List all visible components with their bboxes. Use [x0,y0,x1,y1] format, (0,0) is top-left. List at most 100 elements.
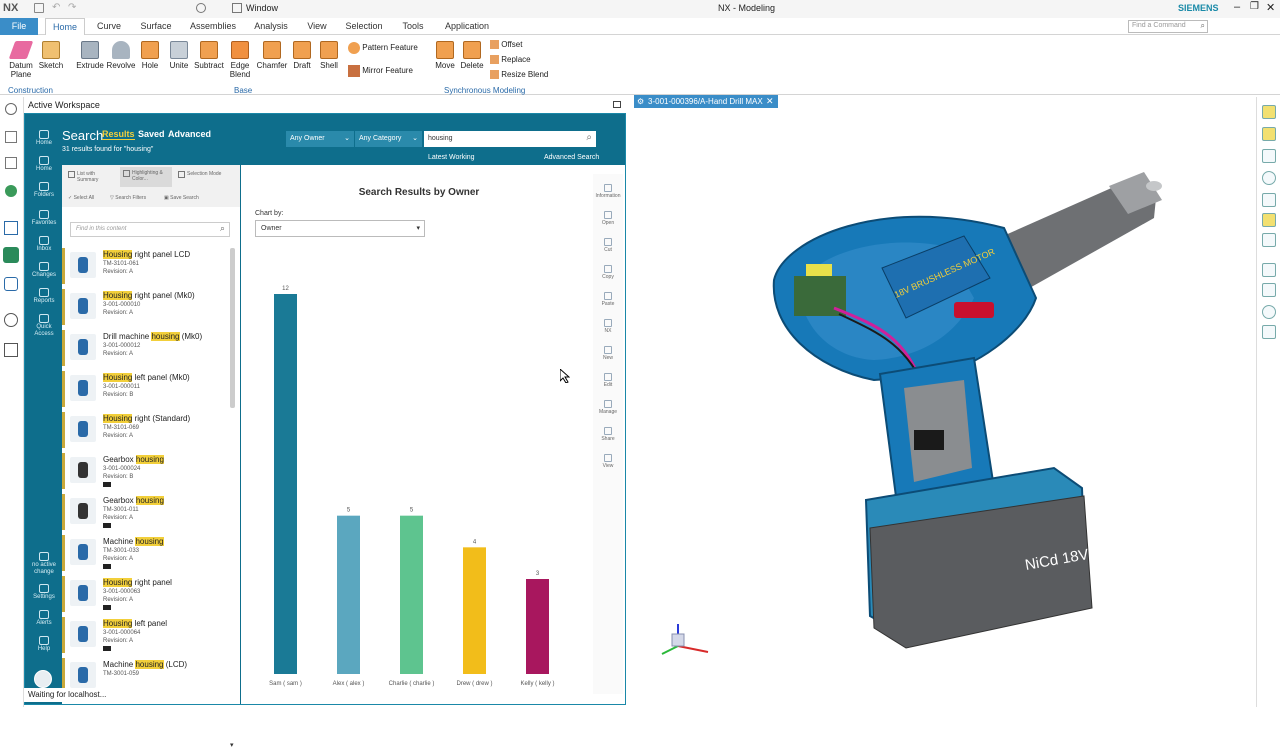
advanced-search-link[interactable]: Advanced Search [544,154,599,161]
select-all-button[interactable]: ✓ Select All [68,195,94,201]
menu-application[interactable]: Application [440,18,494,35]
reuse-library-icon[interactable] [4,221,18,235]
snap-point-icon[interactable] [1262,127,1276,141]
latest-working-selector[interactable]: Latest Working [428,154,475,161]
tab-advanced[interactable]: Advanced [168,129,211,139]
chart-bar[interactable] [337,515,360,674]
switch-window-icon[interactable] [232,3,242,13]
chart-bar[interactable] [463,547,486,674]
view-orient-icon[interactable] [1262,233,1276,247]
list-item[interactable]: Housing left panel 3-001-000064 Revision: … [62,617,230,653]
touch-mode-icon[interactable] [196,3,206,13]
close-icon[interactable]: ✕ [1266,1,1275,14]
nav-alerts[interactable]: Alerts [27,610,61,627]
owner-filter[interactable]: Any Owner ⌄ [286,131,354,147]
tool-information[interactable]: Information [593,184,623,199]
tool-copy[interactable]: Copy [593,265,623,280]
tool-view[interactable]: View [593,454,623,469]
maximize-panel-icon[interactable] [613,101,621,108]
selection-filter-icon[interactable] [1262,213,1276,227]
tab-saved[interactable]: Saved [138,129,165,139]
nav-no-active-change[interactable]: no active change [27,552,61,576]
assembly-navigator-icon[interactable] [5,157,17,169]
group-construction[interactable]: Construction [8,86,53,95]
active-workspace-icon[interactable] [3,247,19,263]
tool-share[interactable]: Share [593,427,623,442]
nav-home[interactable]: Home [27,156,61,173]
list-item[interactable]: Machine housing TM-3001-033 Revision: A [62,535,230,571]
list-item[interactable]: Housing right panel (Mk0) 3-001-000010 Rev… [62,289,230,325]
resize-blend-button[interactable]: Resize Blend [490,70,548,80]
scroll-down-icon[interactable]: ▾ [230,741,234,749]
extrude-button[interactable]: Extrude [75,41,105,70]
constraint-navigator-icon[interactable] [5,185,17,197]
command-finder[interactable]: Find a Command ⌕ [1128,20,1208,33]
nav-home-top[interactable]: Home [27,130,61,147]
tool-paste[interactable]: Paste [593,292,623,307]
render-style-icon[interactable] [1262,325,1276,339]
draft-button[interactable]: Draft [289,41,315,70]
list-item[interactable]: Housing left panel (Mk0) 3-001-000011 Revi… [62,371,230,407]
chart-by-select[interactable]: Owner ▾ [255,220,425,237]
selection-mode-button[interactable]: Selection Mode [178,171,222,178]
menu-curve[interactable]: Curve [92,18,126,35]
restore-icon[interactable]: ❐ [1250,1,1259,12]
menu-analysis[interactable]: Analysis [250,18,292,35]
menu-surface[interactable]: Surface [136,18,176,35]
tab-results[interactable]: Results [102,129,135,140]
category-filter[interactable]: Any Category ⌄ [354,131,422,147]
edge-blend-button[interactable]: Edge Blend [226,41,254,79]
nav-reports[interactable]: Reports [27,288,61,305]
search-icon[interactable]: ⌕ [586,132,592,143]
tab-part-file[interactable]: 3-001-000396/A-Hand Drill MAX ⚙ ✕ [634,95,778,108]
offset-button[interactable]: Offset [490,40,522,50]
avatar[interactable] [34,670,52,688]
chamfer-button[interactable]: Chamfer [256,41,288,70]
find-in-content-input[interactable]: Find in this content ⌕ [70,222,230,237]
roles-icon[interactable] [4,343,18,357]
tool-new[interactable]: New [593,346,623,361]
pattern-feature-button[interactable]: Pattern Feature [348,42,418,54]
menu-tools[interactable]: Tools [396,18,430,35]
hole-button[interactable]: Hole [136,41,164,70]
delete-button[interactable]: Delete [458,41,486,70]
tool-cut[interactable]: Cut [593,238,623,253]
list-item[interactable]: Housing right panel LCD TM-3101-061 Revisi… [62,248,230,284]
list-item[interactable]: Housing right (Standard) TM-3101-069 Revis… [62,412,230,448]
menu-home[interactable]: Home [45,18,85,35]
rotate-icon[interactable] [1262,305,1276,319]
nav-quick-access[interactable]: Quick Access [27,314,61,338]
search-input[interactable]: housing ⌕ [424,131,596,147]
list-item[interactable]: Gearbox housing TM-3001-011 Revision: A [62,494,230,530]
search-filters-button[interactable]: ▽ Search Filters [110,195,146,201]
chart-bar[interactable] [274,294,297,674]
search-icon[interactable]: ⌕ [1201,21,1205,31]
shell-button[interactable]: Shell [316,41,342,70]
pan-icon[interactable] [1262,283,1276,297]
undo-icon[interactable]: ↶ [52,3,60,13]
group-synchronous-modeling[interactable]: Synchronous Modeling [444,86,525,95]
tool-manage[interactable]: Manage [593,400,623,415]
line-icon[interactable] [1262,193,1276,207]
save-icon[interactable] [34,3,44,13]
sketch-button[interactable]: Sketch [37,41,65,70]
redo-icon[interactable]: ↷ [68,3,76,13]
window-menu[interactable]: Window [246,3,278,13]
nav-settings[interactable]: Settings [27,584,61,601]
menu-selection[interactable]: Selection [342,18,386,35]
nav-help[interactable]: Help [27,636,61,653]
chart-bar[interactable] [526,579,549,674]
mirror-feature-button[interactable]: Mirror Feature [348,65,413,77]
chart-bar[interactable] [400,515,423,674]
list-item[interactable]: Gearbox housing 3-001-000024 Revision: B [62,453,230,489]
arc-icon[interactable] [1262,171,1276,185]
nav-favorites[interactable]: Favorites [27,210,61,227]
close-tab-icon[interactable]: ✕ [766,95,774,108]
quick-pick-icon[interactable] [1262,105,1276,119]
unite-button[interactable]: Unite [165,41,193,70]
move-button[interactable]: Move [432,41,458,70]
datum-plane-button[interactable]: Datum Plane [6,41,36,79]
list-with-summary-button[interactable]: List with Summary [68,171,112,183]
replace-button[interactable]: Replace [490,55,531,65]
role-icon[interactable] [1262,149,1276,163]
